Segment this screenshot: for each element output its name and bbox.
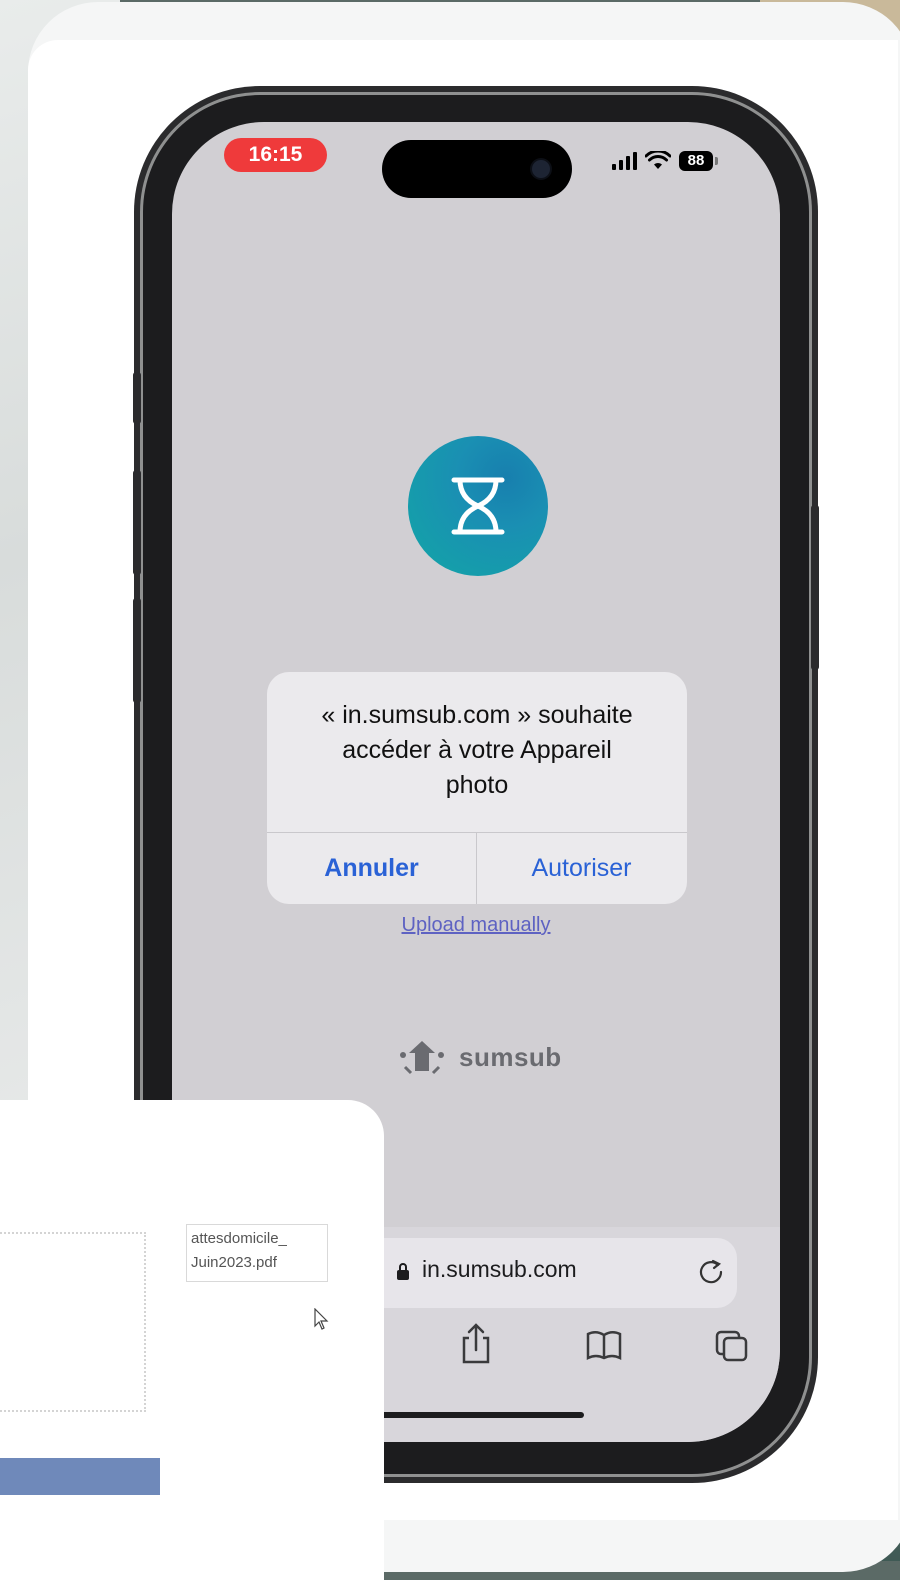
cancel-button[interactable]: Annuler: [267, 833, 476, 904]
phone-action-button: [133, 372, 141, 424]
reload-icon[interactable]: [696, 1256, 726, 1286]
battery-icon: 88: [679, 151, 713, 171]
wifi-icon: [645, 151, 671, 169]
battery-tip: [715, 157, 718, 165]
lock-icon: [397, 1263, 409, 1280]
loading-logo: [408, 436, 548, 576]
file-preview[interactable]: attesdomicile_ Juin2023.pdf: [186, 1224, 328, 1282]
status-indicators: 88: [612, 146, 752, 176]
file-name: attesdomicile_ Juin2023.pdf: [191, 1230, 287, 1271]
hourglass-icon: [451, 477, 505, 535]
camera-indicator: [532, 160, 550, 178]
share-icon[interactable]: [456, 1322, 496, 1366]
dialog-message: « in.sumsub.com » souhaite accéder à vot…: [321, 701, 633, 799]
phone-volume-up: [133, 470, 141, 575]
allow-button[interactable]: Autoriser: [477, 833, 686, 904]
phone-volume-down: [133, 598, 141, 703]
sumsub-brand: sumsub: [397, 1032, 597, 1082]
address-url: in.sumsub.com: [422, 1256, 577, 1282]
phone-power-button: [811, 505, 819, 670]
dynamic-island: [382, 140, 572, 198]
upload-manually-link[interactable]: Upload manually: [172, 914, 780, 937]
cursor-icon: [314, 1308, 329, 1330]
bookmarks-icon[interactable]: [584, 1322, 624, 1366]
camera-permission-dialog: « in.sumsub.com » souhaite accéder à vot…: [267, 672, 687, 904]
brand-name: sumsub: [459, 1041, 562, 1072]
sumsub-logo-icon: [400, 1041, 444, 1075]
signal-icon: [612, 152, 637, 170]
home-indicator: [380, 1412, 584, 1418]
upload-button[interactable]: [0, 1458, 160, 1495]
drop-zone[interactable]: [0, 1232, 146, 1412]
status-time: 16:15: [224, 138, 327, 172]
tabs-icon[interactable]: [712, 1322, 752, 1366]
